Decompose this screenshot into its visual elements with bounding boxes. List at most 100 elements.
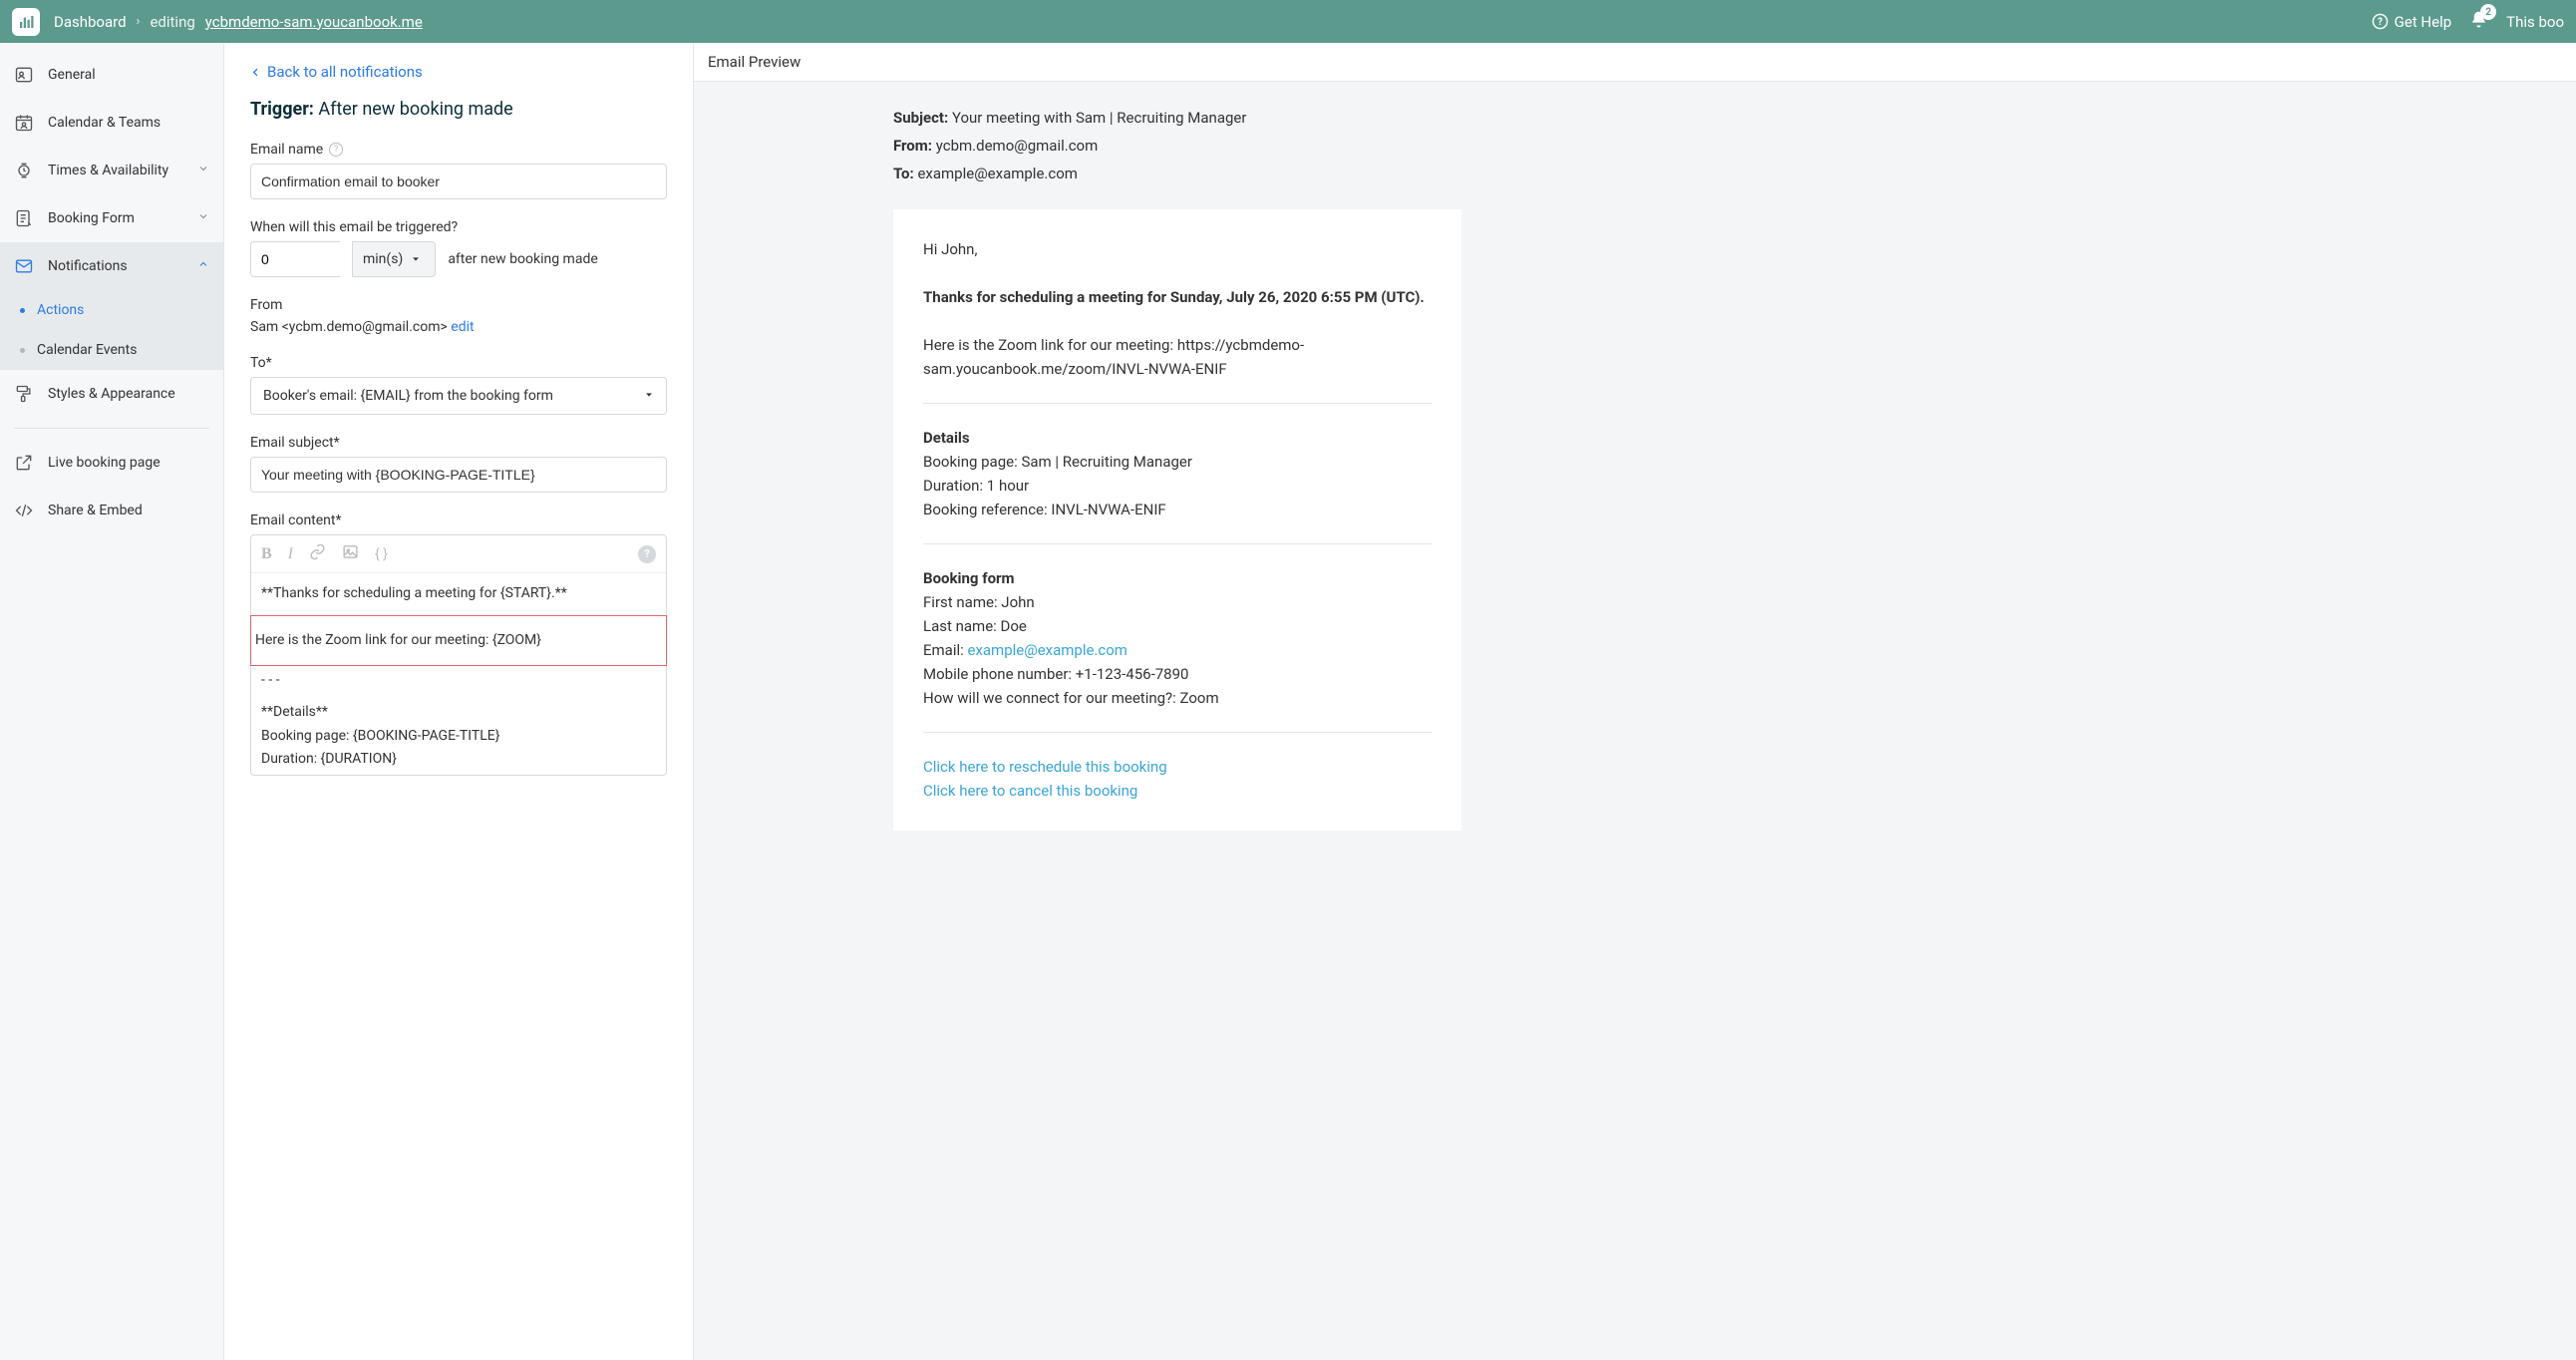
preview-details-ref: Booking reference: INVL-NVWA-ENIF: [923, 498, 1432, 521]
from-value: Sam <ycbm.demo@gmail.com> edit: [250, 319, 667, 335]
sidebar-label: Times & Availability: [48, 163, 168, 178]
sidebar-label: General: [48, 67, 96, 83]
sidebar-subitem-calendar-events[interactable]: Calendar Events: [0, 330, 223, 370]
braces-button[interactable]: { }: [375, 546, 388, 562]
preview-title: Email Preview: [694, 43, 2576, 82]
watch-icon: [14, 161, 34, 180]
divider: [923, 543, 1432, 544]
svg-text:?: ?: [2378, 17, 2383, 28]
bullet-icon: [20, 348, 25, 353]
reschedule-link[interactable]: Click here to reschedule this booking: [923, 758, 1167, 776]
breadcrumb-editing: editing: [150, 13, 194, 31]
preview-connect: How will we connect for our meeting?: Zo…: [923, 686, 1432, 710]
sidebar-item-live-page[interactable]: Live booking page: [0, 439, 223, 487]
sidebar: General Calendar & Teams Times & Availab…: [0, 43, 224, 1360]
sidebar-item-notifications[interactable]: Notifications: [0, 242, 223, 290]
email-name-input[interactable]: [250, 164, 667, 199]
preview-thanks: Thanks for scheduling a meeting for Sund…: [923, 285, 1432, 309]
breadcrumb-url[interactable]: ycbmdemo-sam.youcanbook.me: [205, 13, 423, 31]
preview-details-heading: Details: [923, 426, 1432, 450]
to-select[interactable]: Booker's email: {EMAIL} from the booking…: [250, 377, 667, 415]
sidebar-item-styles[interactable]: Styles & Appearance: [0, 370, 223, 418]
email-name-label: Email name ?: [250, 142, 667, 158]
preview-email-card: Hi John, Thanks for scheduling a meeting…: [893, 209, 1461, 831]
preview-subject: Subject: Your meeting with Sam | Recruit…: [893, 106, 2564, 130]
sidebar-sublabel: Calendar Events: [37, 342, 137, 358]
caret-down-icon: [411, 254, 421, 264]
app-logo[interactable]: [12, 8, 40, 36]
help-icon: ?: [2372, 13, 2389, 30]
editor-help-icon[interactable]: ?: [638, 545, 656, 563]
sidebar-item-general[interactable]: General: [0, 51, 223, 99]
preview-details-duration: Duration: 1 hour: [923, 474, 1432, 498]
preview-from: From: ycbm.demo@gmail.com: [893, 134, 2564, 158]
edit-from-link[interactable]: edit: [451, 319, 474, 335]
form-icon: [14, 208, 34, 228]
paint-roller-icon: [14, 384, 34, 404]
notifications-count: 2: [2480, 4, 2496, 20]
content-textarea[interactable]: **Thanks for scheduling a meeting for {S…: [251, 573, 666, 775]
bullet-icon: [20, 308, 25, 313]
topbar: Dashboard › editing ycbmdemo-sam.youcanb…: [0, 0, 2576, 43]
caret-down-icon: [644, 388, 654, 404]
image-button[interactable]: [342, 543, 359, 564]
sidebar-item-calendar-teams[interactable]: Calendar & Teams: [0, 99, 223, 147]
preview-email-link[interactable]: example@example.com: [968, 641, 1127, 659]
calendar-people-icon: [14, 113, 34, 133]
sidebar-item-booking-form[interactable]: Booking Form: [0, 194, 223, 242]
cancel-link[interactable]: Click here to cancel this booking: [923, 782, 1137, 800]
chevron-left-icon: [250, 67, 261, 78]
external-link-icon: [14, 453, 34, 473]
preview-to: To: example@example.com: [893, 162, 2564, 185]
this-booking-label: This boo: [2506, 13, 2564, 31]
chevron-down-icon: [197, 210, 209, 226]
sidebar-label: Share & Embed: [48, 503, 143, 518]
preview-panel: Email Preview Subject: Your meeting with…: [693, 43, 2576, 1360]
chevron-right-icon: ›: [137, 14, 141, 29]
help-circle-icon[interactable]: ?: [329, 143, 343, 157]
preview-first-name: First name: John: [923, 590, 1432, 614]
content-editor: B I { } ? **Thanks for scheduling a meet…: [250, 534, 667, 776]
sidebar-label: Styles & Appearance: [48, 386, 175, 402]
sidebar-label: Calendar & Teams: [48, 115, 161, 131]
sidebar-item-times[interactable]: Times & Availability: [0, 147, 223, 194]
divider: [923, 403, 1432, 404]
from-label: From: [250, 297, 667, 313]
user-card-icon: [14, 65, 34, 85]
form-panel: Back to all notifications Trigger: After…: [224, 43, 693, 1360]
when-triggered-label: When will this email be triggered?: [250, 219, 667, 235]
subject-input[interactable]: [250, 457, 667, 493]
to-label: To*: [250, 355, 667, 371]
preview-email: Email: example@example.com: [923, 638, 1432, 662]
sidebar-subitem-actions[interactable]: Actions: [0, 290, 223, 330]
sidebar-label: Live booking page: [48, 455, 161, 471]
after-text: after new booking made: [448, 251, 597, 267]
preview-last-name: Last name: Doe: [923, 614, 1432, 638]
bars-icon: [17, 13, 35, 31]
delay-number-input[interactable]: [250, 241, 340, 277]
preview-zoom-link: Here is the Zoom link for our meeting: h…: [923, 333, 1432, 381]
sidebar-sublabel: Actions: [37, 302, 84, 318]
sidebar-item-share-embed[interactable]: Share & Embed: [0, 487, 223, 534]
subject-label: Email subject*: [250, 435, 667, 451]
content-label: Email content*: [250, 512, 667, 528]
preview-details-page: Booking page: Sam | Recruiting Manager: [923, 450, 1432, 474]
preview-phone: Mobile phone number: +1-123-456-7890: [923, 662, 1432, 686]
link-button[interactable]: [309, 543, 326, 564]
italic-button[interactable]: I: [288, 545, 293, 563]
sidebar-label: Notifications: [48, 258, 128, 274]
preview-greeting: Hi John,: [923, 237, 1432, 261]
breadcrumb: Dashboard › editing ycbmdemo-sam.youcanb…: [54, 13, 423, 31]
breadcrumb-dashboard[interactable]: Dashboard: [54, 13, 127, 31]
get-help-button[interactable]: ? Get Help: [2372, 13, 2452, 31]
trigger-heading: Trigger: After new booking made: [250, 99, 667, 120]
preview-form-heading: Booking form: [923, 566, 1432, 590]
back-link[interactable]: Back to all notifications: [250, 63, 667, 81]
chevron-up-icon: [197, 258, 209, 274]
delay-unit-select[interactable]: min(s): [352, 241, 436, 277]
code-icon: [14, 501, 34, 520]
divider: [923, 732, 1432, 733]
bold-button[interactable]: B: [261, 545, 272, 563]
chevron-down-icon: [197, 163, 209, 178]
notifications-button[interactable]: 2: [2469, 10, 2488, 33]
